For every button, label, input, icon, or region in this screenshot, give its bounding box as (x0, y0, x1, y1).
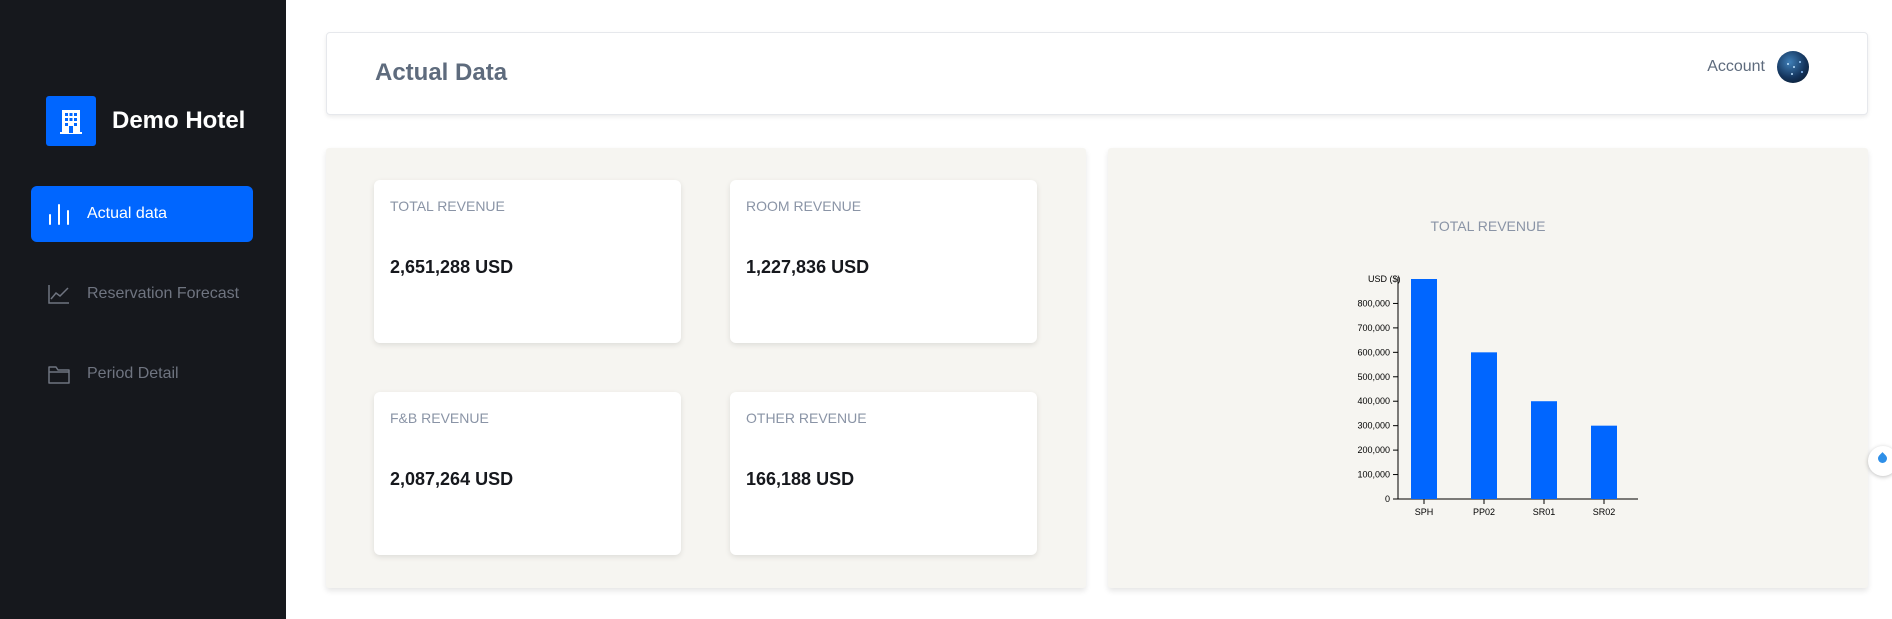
card-value: 2,087,264 USD (390, 469, 514, 489)
x-tick-label: SR01 (1533, 507, 1556, 517)
page-header: Actual Data Account (326, 32, 1868, 115)
y-tick-label: 700,000 (1357, 323, 1390, 333)
sidebar-item-label: Period Detail (87, 365, 179, 382)
bar-chart-icon (49, 204, 69, 225)
other-revenue-card: OTHER REVENUE 166,188 USD (730, 392, 1037, 555)
page-title: Actual Data (375, 59, 508, 86)
water-drop-icon[interactable] (1868, 446, 1892, 476)
brand[interactable]: Demo Hotel (46, 96, 245, 146)
card-value: 166,188 USD (746, 469, 855, 489)
y-tick-label: 200,000 (1357, 445, 1390, 455)
x-tick-label: SPH (1415, 507, 1434, 517)
x-tick-label: PP02 (1473, 507, 1495, 517)
y-tick-label: 400,000 (1357, 396, 1390, 406)
y-tick-label: 100,000 (1357, 470, 1390, 480)
line-chart-icon (48, 285, 69, 304)
sidebar-item-actual-data[interactable]: Actual data (31, 186, 253, 242)
total-revenue-card: TOTAL REVENUE 2,651,288 USD (374, 180, 681, 343)
bar-sph (1411, 279, 1437, 499)
y-tick-label: 0 (1385, 494, 1390, 504)
room-revenue-card: ROOM REVENUE 1,227,836 USD (730, 180, 1037, 343)
brand-name: Demo Hotel (112, 107, 246, 134)
card-label: F&B REVENUE (390, 410, 489, 426)
hotel-building-icon (46, 96, 96, 146)
bar-sr02 (1591, 425, 1617, 499)
card-label: OTHER REVENUE (746, 410, 867, 426)
fb-revenue-card: F&B REVENUE 2,087,264 USD (374, 392, 681, 555)
revenue-chart-panel: TOTAL REVENUE 0 100,000 200,000 300,000 400,… (1108, 148, 1868, 588)
y-tick-label: 800,000 (1357, 298, 1390, 308)
y-tick-label: 500,000 (1357, 372, 1390, 382)
sidebar-item-reservation-forecast[interactable]: Reservation Forecast (31, 266, 253, 322)
sidebar: Demo Hotel Actual data Reservation Forec… (0, 0, 286, 619)
card-value: 1,227,836 USD (746, 257, 870, 277)
card-value: 2,651,288 USD (390, 257, 514, 277)
account-menu[interactable]: Account (1707, 51, 1809, 83)
bar-pp02 (1471, 352, 1497, 499)
avatar[interactable] (1777, 51, 1809, 83)
revenue-cards-panel: TOTAL REVENUE 2,651,288 USD ROOM REVENUE… (326, 148, 1086, 588)
bar-chart: 0 100,000 200,000 300,000 400,000 500,000 600,… (1357, 274, 1638, 517)
sidebar-item-period-detail[interactable]: Period Detail (31, 346, 253, 402)
card-label: TOTAL REVENUE (390, 198, 505, 214)
y-tick-label: 300,000 (1357, 421, 1390, 431)
y-axis-label: USD ($) (1368, 274, 1401, 284)
sidebar-item-label: Actual data (87, 205, 168, 222)
account-label: Account (1707, 58, 1765, 75)
bar-sr01 (1531, 401, 1557, 499)
folder-icon (48, 366, 70, 384)
y-tick-label: 600,000 (1357, 347, 1390, 357)
x-tick-label: SR02 (1593, 507, 1616, 517)
sidebar-item-label: Reservation Forecast (87, 285, 240, 302)
card-label: ROOM REVENUE (746, 198, 862, 214)
